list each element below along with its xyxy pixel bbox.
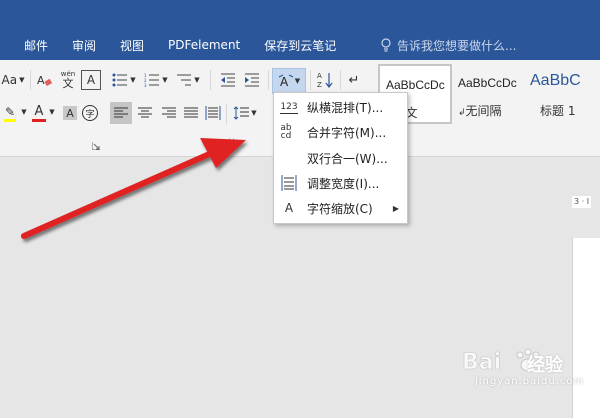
menu-item-fit-text[interactable]: 调整宽度(I)... — [274, 171, 407, 195]
menu-item-two-lines-in-one[interactable]: 双行合一(W)... — [274, 146, 407, 170]
chinese-layout-menu: 123 纵横混排(T)... ab cd 合并字符(M)... 双行合一(W).… — [273, 92, 408, 224]
menu-item-character-scaling[interactable]: A 字符缩放(C) ▶ — [274, 196, 407, 220]
combine-characters-icon: ab cd — [280, 123, 292, 141]
two-lines-in-one-icon — [280, 149, 298, 167]
fit-text-icon — [281, 175, 297, 191]
watermark-url: jingyan.baidu.com — [475, 376, 585, 387]
watermark-cn: 经验 — [527, 355, 563, 376]
svg-text:Bai: Bai — [462, 350, 501, 375]
submenu-arrow-icon: ▶ — [392, 203, 399, 213]
vertical-in-horizontal-icon: 123 — [280, 101, 298, 114]
character-scaling-icon: A — [284, 201, 294, 215]
menu-item-vertical-in-horizontal[interactable]: 123 纵横混排(T)... — [274, 95, 407, 119]
menu-item-combine-characters[interactable]: ab cd 合并字符(M)... — [274, 120, 407, 144]
